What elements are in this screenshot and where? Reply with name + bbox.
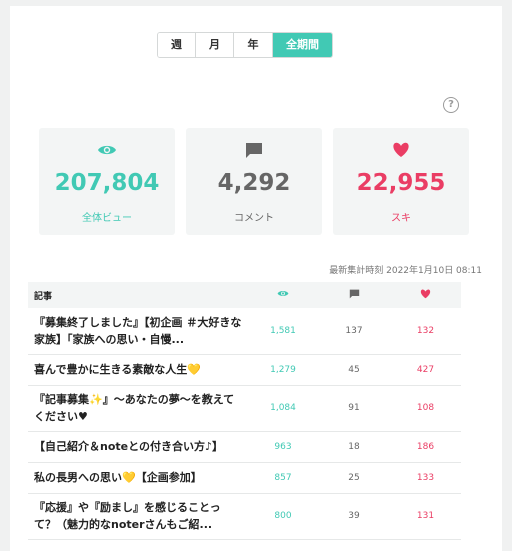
- tab-all-time[interactable]: 全期間: [273, 33, 332, 57]
- article-views: 1,581: [248, 308, 318, 355]
- article-likes: 186: [390, 431, 461, 463]
- stat-comments: 4,292 コメント: [186, 128, 322, 235]
- article-comments: 25: [318, 462, 390, 494]
- column-article: 記事: [34, 291, 53, 302]
- article-comments: 18: [318, 431, 390, 463]
- column-views[interactable]: [248, 282, 318, 308]
- tab-year[interactable]: 年: [234, 33, 273, 57]
- article-likes: 108: [390, 385, 461, 432]
- eye-icon: [277, 291, 289, 296]
- article-likes: 131: [390, 493, 461, 540]
- last-updated: 最新集計時刻 2022年1月10日 08:11: [329, 266, 482, 276]
- period-tabs: 週 月 年 全期間: [157, 32, 333, 58]
- article-comments: 39: [318, 493, 390, 540]
- article-views: 1,084: [248, 385, 318, 432]
- article-title[interactable]: 私の長男への思い💛【企画参加】: [28, 462, 248, 494]
- article-comments: 91: [318, 385, 390, 432]
- article-views: 1,279: [248, 354, 318, 386]
- comment-icon: [186, 142, 322, 160]
- stat-likes: 22,955 スキ: [333, 128, 469, 235]
- likes-label: スキ: [391, 213, 411, 224]
- article-comments: 137: [318, 308, 390, 355]
- article-likes: 132: [390, 308, 461, 355]
- heart-icon: [420, 289, 431, 298]
- table-row[interactable]: 『募集終了しました』【初企画 ＃大好きな家族】「家族への思い・自慢... 1,5…: [28, 308, 461, 355]
- article-views: 800: [248, 493, 318, 540]
- comment-icon: [349, 289, 359, 298]
- article-title[interactable]: 喜んで豊かに生きる素敵な人生💛: [28, 354, 248, 386]
- stat-views: 207,804 全体ビュー: [39, 128, 175, 235]
- table-header: 記事: [28, 282, 461, 308]
- articles-table: 記事 『募集終了しました』【初企画 ＃大好きな家族】「家族への思い・自慢... …: [28, 282, 461, 540]
- article-likes: 427: [390, 354, 461, 386]
- article-title[interactable]: 『募集終了しました』【初企画 ＃大好きな家族】「家族への思い・自慢...: [28, 308, 248, 355]
- article-title[interactable]: 『応援』や『励まし』を感じることって？（魅力的なnoterさんもご紹...: [28, 493, 248, 540]
- views-label: 全体ビュー: [82, 213, 132, 224]
- article-likes: 133: [390, 462, 461, 494]
- table-row[interactable]: 【自己紹介＆noteとの付き合い方♪】 963 18 186: [28, 431, 461, 463]
- comments-label: コメント: [234, 213, 274, 224]
- views-total: 207,804: [54, 170, 160, 196]
- article-title[interactable]: 『記事募集✨』～あなたの夢～を教えてください♥: [28, 385, 248, 432]
- likes-total: 22,955: [356, 170, 446, 196]
- article-views: 857: [248, 462, 318, 494]
- eye-icon: [39, 142, 175, 160]
- comments-total: 4,292: [217, 170, 291, 196]
- tab-week[interactable]: 週: [158, 33, 196, 57]
- article-title[interactable]: 【自己紹介＆noteとの付き合い方♪】: [28, 431, 248, 463]
- heart-icon: [333, 142, 469, 160]
- table-row[interactable]: 『記事募集✨』～あなたの夢～を教えてください♥ 1,084 91 108: [28, 385, 461, 432]
- article-views: 963: [248, 431, 318, 463]
- table-row[interactable]: 『応援』や『励まし』を感じることって？（魅力的なnoterさんもご紹... 80…: [28, 493, 461, 540]
- tab-month[interactable]: 月: [196, 33, 234, 57]
- article-comments: 45: [318, 354, 390, 386]
- column-likes[interactable]: [390, 282, 461, 308]
- table-row[interactable]: 喜んで豊かに生きる素敵な人生💛 1,279 45 427: [28, 354, 461, 386]
- column-comments[interactable]: [318, 282, 390, 308]
- help-icon[interactable]: ?: [443, 97, 459, 113]
- table-row[interactable]: 私の長男への思い💛【企画参加】 857 25 133: [28, 462, 461, 494]
